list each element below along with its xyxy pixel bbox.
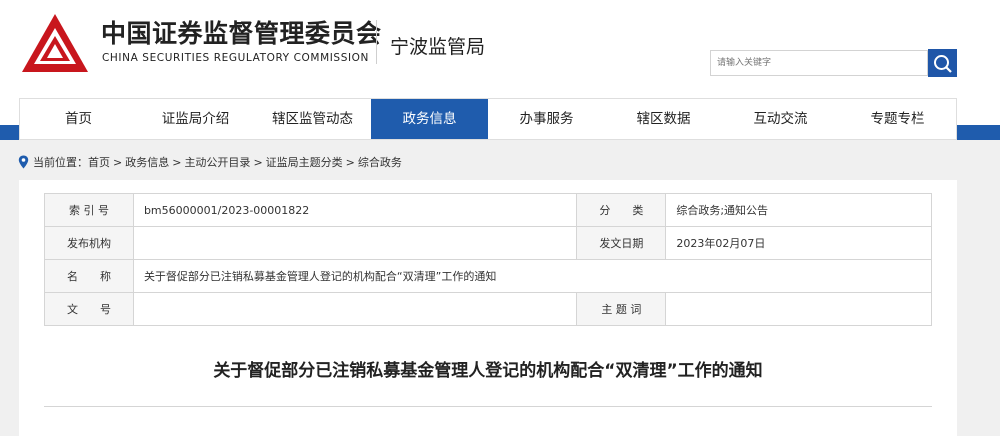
issue-date-value: 2023年02月07日 — [665, 226, 932, 260]
breadcrumb-government-info[interactable]: 政务信息 — [125, 154, 169, 170]
nav-item-about[interactable]: 证监局介绍 — [137, 99, 254, 139]
org-name-cn: 中国证券监督管理委员会 — [101, 19, 382, 48]
org-name-en: CHINA SECURITIES REGULATORY COMMISSION — [102, 52, 369, 64]
nav-item-data[interactable]: 辖区数据 — [605, 99, 722, 139]
table-row: 发布机构 发文日期 2023年02月07日 — [44, 226, 932, 260]
search-button[interactable] — [928, 49, 957, 77]
document-title: 关于督促部分已注销私募基金管理人登记的机构配合“双清理”工作的通知 — [213, 361, 763, 381]
csrc-logo[interactable] — [20, 12, 90, 74]
breadcrumb-separator: > — [345, 155, 355, 169]
document-metadata-table: 索 引 号 bm56000001/2023-00001822 分 类 综合政务;… — [44, 193, 933, 326]
document-number-label: 文 号 — [44, 292, 134, 326]
breadcrumb-separator: > — [253, 155, 263, 169]
breadcrumb-prefix: 当前位置： — [33, 156, 88, 169]
location-pin-icon — [18, 155, 29, 169]
document-number-value — [132, 292, 578, 326]
header-divider — [376, 20, 377, 64]
name-label: 名 称 — [44, 259, 134, 293]
breadcrumb-home[interactable]: 首页 — [88, 154, 110, 170]
title-divider — [44, 406, 932, 407]
breadcrumb: 当前位置： 首页 > 政务信息 > 主动公开目录 > 证监局主题分类 > 综合政… — [18, 154, 402, 170]
issuer-label: 发布机构 — [44, 226, 134, 260]
nav-item-regulatory-news[interactable]: 辖区监管动态 — [254, 99, 371, 139]
search-input[interactable] — [710, 50, 928, 76]
issuer-value — [132, 226, 578, 260]
breadcrumb-topic-category[interactable]: 证监局主题分类 — [266, 154, 343, 170]
table-row: 索 引 号 bm56000001/2023-00001822 分 类 综合政务;… — [44, 193, 932, 227]
site-header: 中国证券监督管理委员会 CHINA SECURITIES REGULATORY … — [0, 0, 1000, 100]
keywords-value — [665, 292, 932, 326]
category-label: 分 类 — [576, 193, 667, 227]
nav-item-interaction[interactable]: 互动交流 — [722, 99, 839, 139]
index-number-value: bm56000001/2023-00001822 — [132, 193, 578, 227]
nav-item-special-topics[interactable]: 专题专栏 — [839, 99, 956, 139]
bureau-name: 宁波监管局 — [390, 36, 486, 58]
breadcrumb-separator: > — [113, 155, 123, 169]
search-icon — [934, 55, 952, 73]
nav-item-home[interactable]: 首页 — [20, 99, 137, 139]
keywords-label: 主 题 词 — [576, 292, 667, 326]
breadcrumb-public-catalog[interactable]: 主动公开目录 — [184, 154, 250, 170]
name-value: 关于督促部分已注销私募基金管理人登记的机构配合“双清理”工作的通知 — [132, 259, 933, 293]
breadcrumb-general-affairs[interactable]: 综合政务 — [358, 154, 402, 170]
nav-item-services[interactable]: 办事服务 — [488, 99, 605, 139]
nav-item-government-info[interactable]: 政务信息 — [371, 99, 488, 139]
index-number-label: 索 引 号 — [44, 193, 134, 227]
breadcrumb-separator: > — [172, 155, 182, 169]
table-row: 文 号 主 题 词 — [44, 292, 932, 326]
category-value: 综合政务;通知公告 — [665, 193, 932, 227]
issue-date-label: 发文日期 — [576, 226, 667, 260]
table-row: 名 称 关于督促部分已注销私募基金管理人登记的机构配合“双清理”工作的通知 — [44, 259, 933, 293]
main-nav: 首页 证监局介绍 辖区监管动态 政务信息 办事服务 辖区数据 互动交流 专题专栏 — [19, 98, 957, 140]
